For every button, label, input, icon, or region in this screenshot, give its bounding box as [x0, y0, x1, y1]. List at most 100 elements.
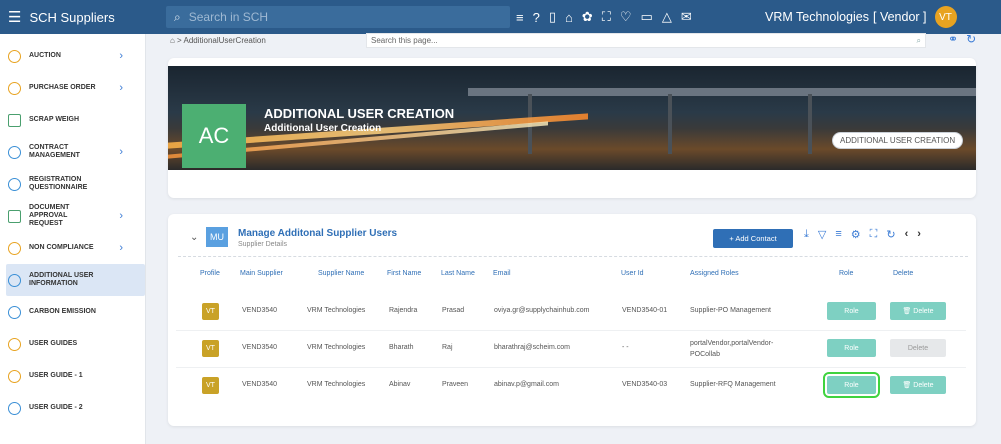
row-divider [176, 367, 966, 368]
settings-icon[interactable]: ✿ [582, 9, 593, 25]
clock-icon [8, 49, 21, 63]
link-icon[interactable]: ⚭ [948, 32, 958, 46]
sidebar-item-label: USER GUIDES [29, 340, 78, 347]
sidebar-item-registration-questionnaire[interactable]: REGISTRATION QUESTIONNAIRE [0, 168, 145, 200]
cell-email: abinav.p@gmail.com [494, 381, 559, 388]
delete-button[interactable]: Delete [890, 339, 946, 357]
roles-line-1: portalVendor,portalVendor- [690, 340, 774, 347]
sidebar-item-scrap-weigh[interactable]: SCRAP WEIGH [0, 104, 145, 136]
col-header: First Name [387, 270, 422, 277]
cell-last-name: Prasad [442, 307, 465, 314]
brand: ☰ SCH Suppliers [0, 0, 146, 34]
chat-icon[interactable]: ♡ [620, 9, 632, 25]
help-icon[interactable]: ? [533, 10, 540, 25]
divider [178, 256, 968, 257]
sidebar-item-carbon-emission[interactable]: CARBON EMISSION [0, 296, 145, 328]
sidebar-item-label: AUCTION [29, 52, 61, 59]
refresh-icon[interactable]: ↻ [966, 32, 976, 46]
cell-main-supplier: VEND3540 [242, 381, 278, 388]
users-icon [8, 177, 21, 191]
roles-line-2: POCollab [690, 351, 720, 358]
cell-last-name: Praveen [442, 381, 469, 388]
cell-supplier-name: VRM Technologies [307, 344, 366, 351]
role-button[interactable]: Role [823, 372, 880, 398]
chevron-right-icon[interactable]: › [917, 228, 921, 241]
sidebar-item-auction[interactable]: AUCTION › [0, 40, 145, 72]
role-tag: [ Vendor ] [873, 10, 927, 24]
col-header: Email [493, 270, 511, 277]
users-panel: ⌄ MU Manage Additonal Supplier Users Sup… [168, 214, 976, 426]
filter-icon[interactable]: ▽ [818, 228, 826, 241]
search-icon[interactable]: ⌕ [917, 34, 921, 47]
table-row: VT VEND3540 VRM Technologies Rajendra Pr… [176, 296, 966, 326]
page-title: ADDITIONAL USER CREATION [264, 106, 455, 121]
cell-email: bharathraj@scheim.com [494, 344, 570, 351]
col-header: Assigned Roles [690, 270, 739, 277]
clock-icon [8, 273, 21, 287]
list-icon[interactable]: ≡ [516, 10, 524, 25]
sidebar-item-document-approval[interactable]: DOCUMENT APPROVAL REQUEST › [0, 200, 145, 232]
chevron-right-icon: › [119, 210, 123, 222]
panel-subtitle: Supplier Details [238, 241, 288, 248]
top-toolbar: ≡ ? ▯ ⌂ ✿ ⛶ ♡ ▭ △ ✉ [516, 0, 692, 34]
search-icon: ⌕ [174, 9, 181, 24]
sidebar-item-label: DOCUMENT APPROVAL REQUEST [29, 204, 70, 227]
app-title: SCH Suppliers [29, 9, 115, 25]
cell-user-id: - - [622, 344, 629, 351]
message-icon[interactable]: ▭ [641, 9, 653, 25]
chevron-right-icon: › [119, 50, 123, 62]
list-icon[interactable]: ≡ [835, 228, 841, 241]
help-circle-icon [8, 401, 21, 415]
sidebar-item-label: USER GUIDE - 1 [29, 372, 83, 379]
sidebar: AUCTION › PURCHASE ORDER › SCRAP WEIGH CON… [0, 34, 146, 444]
col-header: Supplier Name [318, 270, 365, 277]
sidebar-item-additional-user[interactable]: ADDITIONAL USER INFORMATION [6, 264, 145, 296]
sidebar-item-non-compliance[interactable]: NON COMPLIANCE › [0, 232, 145, 264]
cell-main-supplier: VEND3540 [242, 307, 278, 314]
banner-initials: AC [182, 104, 246, 168]
sidebar-item-user-guide-2[interactable]: USER GUIDE - 2 [0, 392, 145, 424]
breadcrumb[interactable]: ⌂ > AdditionalUserCreation [170, 36, 266, 45]
bell-icon[interactable]: △ [662, 9, 672, 25]
chevron-left-icon[interactable]: ‹ [905, 228, 909, 241]
role-button[interactable]: Role [827, 302, 876, 320]
delete-button[interactable]: 🗑 Delete [890, 376, 946, 394]
home-icon[interactable]: ⌂ [565, 10, 573, 25]
sidebar-item-contract-management[interactable]: CONTRACT MANAGEMENT › [0, 136, 145, 168]
page-search-input[interactable]: Search this page... ⌕ [366, 33, 926, 48]
col-header: Delete [893, 270, 914, 277]
clipboard-icon[interactable]: ▯ [549, 9, 556, 25]
download-icon[interactable]: ⤓ [804, 228, 809, 241]
cell-assigned-roles: portalVendor,portalVendor- POCollab [690, 338, 773, 360]
cell-email: oviya.gr@supplychainhub.com [494, 307, 590, 314]
cell-assigned-roles: Supplier-PO Management [690, 307, 771, 314]
page-pill: ADDITIONAL USER CREATION [832, 132, 964, 149]
cell-assigned-roles: Supplier-RFQ Management [690, 381, 776, 388]
clock-icon [8, 145, 21, 159]
company-name: VRM Technologies [765, 10, 869, 24]
chevron-down-icon[interactable]: ⌄ [190, 232, 198, 243]
banner-card: AC ADDITIONAL USER CREATION Additional U… [168, 58, 976, 198]
add-contact-button[interactable]: + Add Contact [713, 229, 793, 248]
sidebar-item-user-guides[interactable]: USER GUIDES [0, 328, 145, 360]
cell-main-supplier: VEND3540 [242, 344, 278, 351]
settings-icon[interactable]: ⚙ [851, 228, 861, 241]
expand-icon[interactable]: ⛶ [602, 9, 611, 25]
delete-button[interactable]: 🗑 Delete [890, 302, 946, 320]
page-subtitle: Additional User Creation [264, 123, 382, 134]
company-info[interactable]: VRM Technologies [ Vendor ] VT [765, 0, 957, 34]
mail-icon[interactable]: ✉ [681, 9, 692, 25]
refresh-icon[interactable]: ↻ [886, 228, 895, 241]
global-search[interactable]: ⌕ Search in SCH [166, 6, 510, 28]
sidebar-item-user-guide-1[interactable]: USER GUIDE - 1 [0, 360, 145, 392]
cell-first-name: Bharath [389, 344, 414, 351]
sidebar-item-purchase-order[interactable]: PURCHASE ORDER › [0, 72, 145, 104]
avatar[interactable]: VT [934, 6, 957, 28]
role-button[interactable]: Role [827, 339, 876, 357]
col-header: User Id [621, 270, 644, 277]
menu-icon[interactable]: ☰ [8, 8, 21, 26]
expand-icon[interactable]: ⛶ [870, 228, 878, 241]
help-circle-icon [8, 369, 21, 383]
cell-first-name: Rajendra [389, 307, 418, 314]
clock-icon [8, 81, 21, 95]
